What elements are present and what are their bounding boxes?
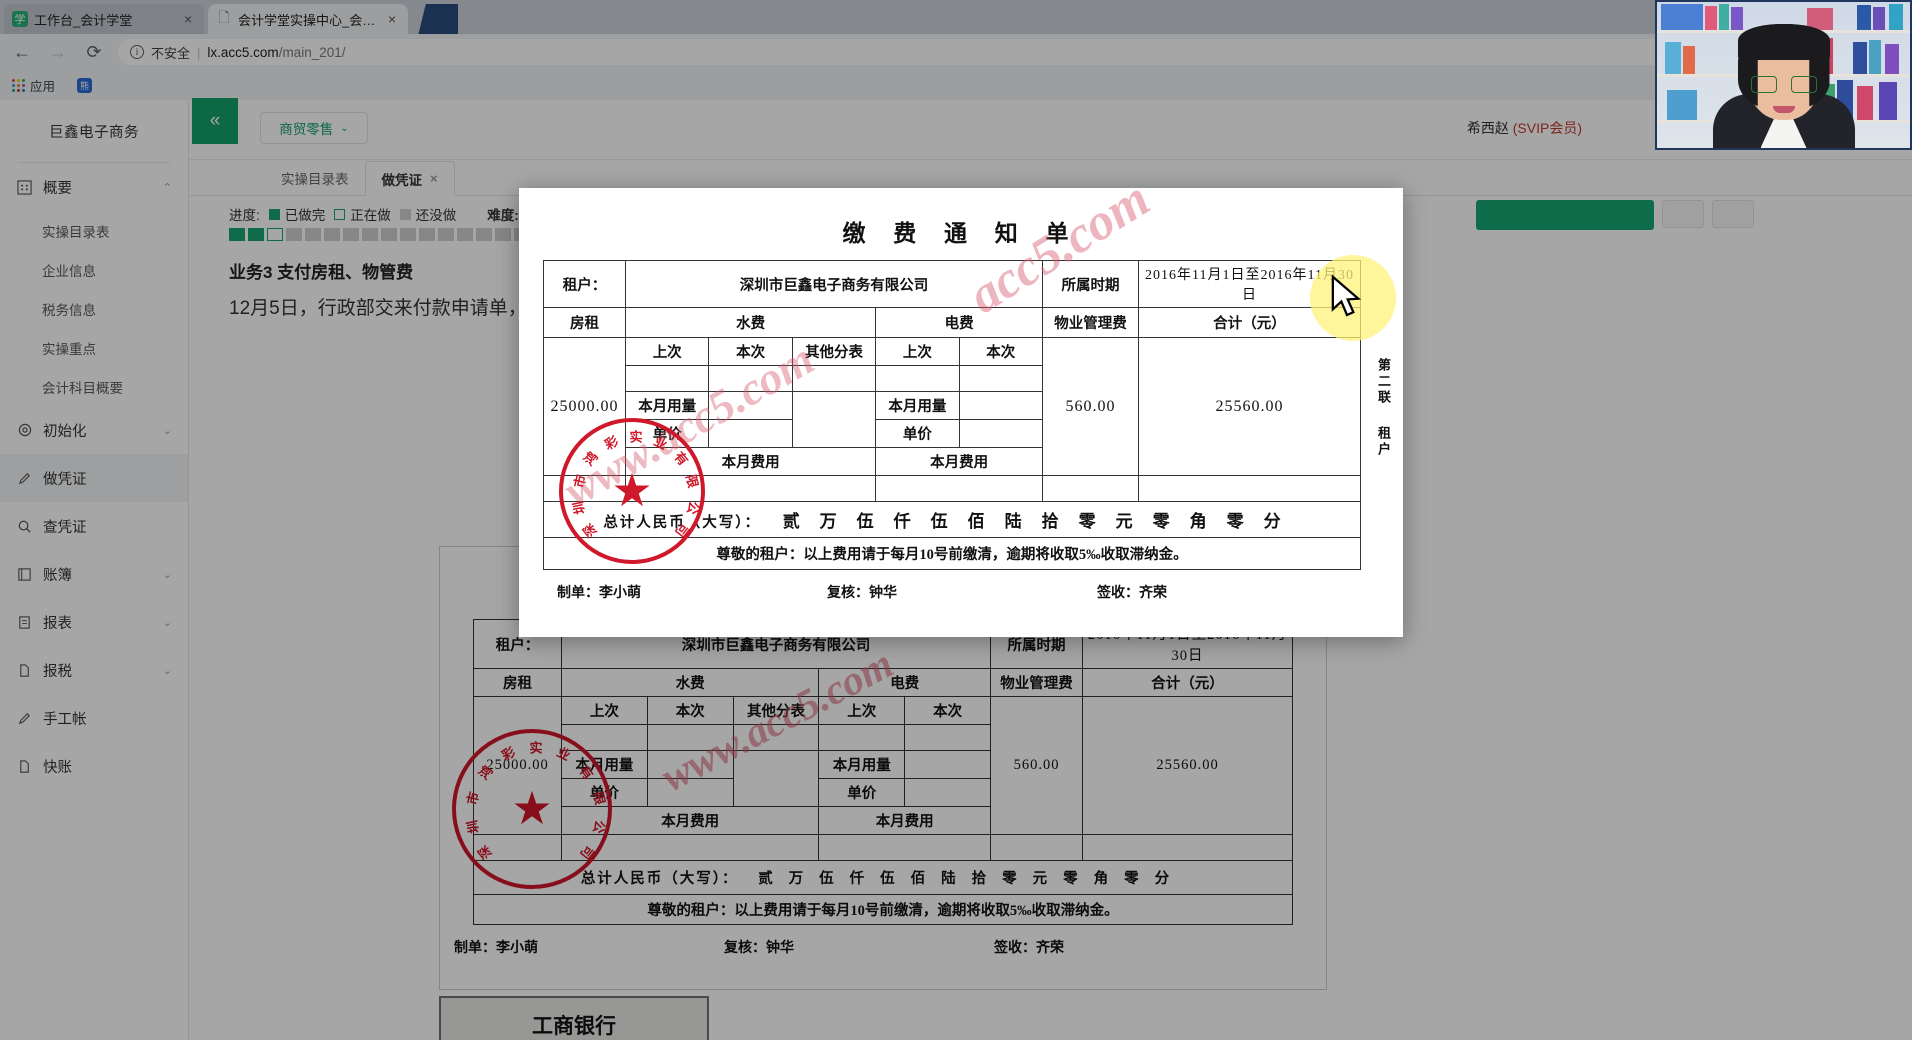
receipt-side-party: 租户 (1376, 426, 1391, 459)
power-price-label: 单价 (875, 419, 960, 448)
water-curr-label: 本次 (708, 337, 793, 366)
period-label: 所属时期 (1042, 260, 1139, 308)
book (1705, 6, 1717, 30)
cell-empty[interactable] (624, 475, 877, 502)
receipt-modal[interactable]: 缴 费 通 知 单 租户： 深圳市巨鑫电子商务有限公司 所属时期 2016年11… (519, 170, 1403, 637)
power-usage-label: 本月用量 (875, 391, 960, 420)
glasses-icon (1750, 76, 1817, 93)
reviewer-label: 复核：钟华 (827, 586, 897, 601)
col-property: 物业管理费 (1042, 307, 1139, 338)
receipt-document: 缴 费 通 知 单 租户： 深圳市巨鑫电子商务有限公司 所属时期 2016年11… (519, 170, 1403, 637)
total-value: 25560.00 (1138, 337, 1361, 476)
table-row: 25000.00 上次 本次 其他分表 上次 本次 560.00 25560.0… (543, 337, 1361, 476)
cell-empty[interactable] (543, 475, 626, 502)
cell-empty[interactable] (624, 365, 710, 392)
col-rent: 房租 (543, 307, 626, 338)
book (1853, 42, 1867, 74)
maker-label: 制单：李小萌 (557, 586, 641, 601)
mouse-pointer-icon (1331, 275, 1362, 317)
water-fee-label: 本月费用 (624, 447, 877, 476)
tenant-label: 租户： (543, 260, 626, 308)
cell-empty[interactable] (958, 391, 1044, 420)
cell-empty[interactable] (875, 365, 960, 392)
rent-value: 25000.00 (543, 337, 626, 476)
col-power: 电费 (875, 307, 1043, 338)
table-row (543, 475, 1361, 502)
receipt-side-marker: 第二联 租户 (1367, 358, 1393, 458)
cell-empty[interactable] (708, 365, 793, 392)
power-prev-label: 上次 (875, 337, 960, 366)
book (1879, 82, 1897, 120)
book (1873, 7, 1885, 30)
water-prev-label: 上次 (624, 337, 710, 366)
cell-empty[interactable] (708, 391, 793, 420)
table-row: 总计人民币（大写）： 贰万伍仟伍佰陆拾零元零角零分 (543, 501, 1361, 538)
cell-empty[interactable] (1042, 475, 1139, 502)
cell-empty[interactable] (791, 391, 877, 448)
book (1889, 4, 1903, 30)
book (1731, 7, 1743, 30)
cell-empty[interactable] (1138, 475, 1361, 502)
water-other-label: 其他分表 (791, 337, 877, 366)
water-usage-label: 本月用量 (624, 391, 710, 420)
tenant-value: 深圳市巨鑫电子商务有限公司 (625, 260, 1043, 308)
total-cn-chars: 贰万伍仟伍佰陆拾零元零角零分 (782, 512, 1301, 531)
book (1665, 42, 1681, 74)
receipt-title: 缴 费 通 知 单 (842, 221, 1080, 246)
water-price-label: 单价 (624, 419, 710, 448)
book (1869, 40, 1881, 74)
cell-empty[interactable] (958, 419, 1044, 448)
book (1661, 4, 1703, 30)
book (1719, 4, 1729, 30)
table-row: 租户： 深圳市巨鑫电子商务有限公司 所属时期 2016年11月1日至2016年1… (543, 260, 1361, 308)
receipt-side-copy: 第二联 (1376, 358, 1391, 406)
property-value: 560.00 (1042, 337, 1139, 476)
receipt-table: 租户： 深圳市巨鑫电子商务有限公司 所属时期 2016年11月1日至2016年1… (543, 260, 1361, 570)
book (1885, 44, 1899, 74)
col-water: 水费 (624, 307, 877, 338)
total-cn-row: 总计人民币（大写）： 贰万伍仟伍佰陆拾零元零角零分 (543, 501, 1361, 538)
book (1683, 46, 1695, 74)
presenter-bangs (1737, 24, 1830, 60)
receiver-label: 签收：齐荣 (1097, 586, 1167, 601)
receipt-note: 尊敬的租户：以上费用请于每月10号前缴清，逾期将收取5‰收取滞纳金。 (543, 537, 1361, 570)
total-cn-label: 总计人民币（大写）： (603, 515, 762, 531)
power-fee-label: 本月费用 (875, 447, 1043, 476)
table-row: 房租 水费 电费 物业管理费 合计（元） (543, 307, 1361, 338)
cell-empty[interactable] (791, 365, 877, 392)
presenter-mouth (1772, 106, 1795, 113)
book (1857, 5, 1871, 30)
book (1667, 90, 1697, 120)
cell-empty[interactable] (875, 475, 1043, 502)
signature-row: 制单：李小萌 复核：钟华 签收：齐荣 (519, 570, 1403, 602)
presenter-webcam[interactable] (1655, 0, 1912, 150)
table-row: 尊敬的租户：以上费用请于每月10号前缴清，逾期将收取5‰收取滞纳金。 (543, 537, 1361, 570)
power-curr-label: 本次 (958, 337, 1044, 366)
cell-empty[interactable] (708, 419, 793, 448)
book (1857, 86, 1873, 120)
cell-empty[interactable] (958, 365, 1044, 392)
